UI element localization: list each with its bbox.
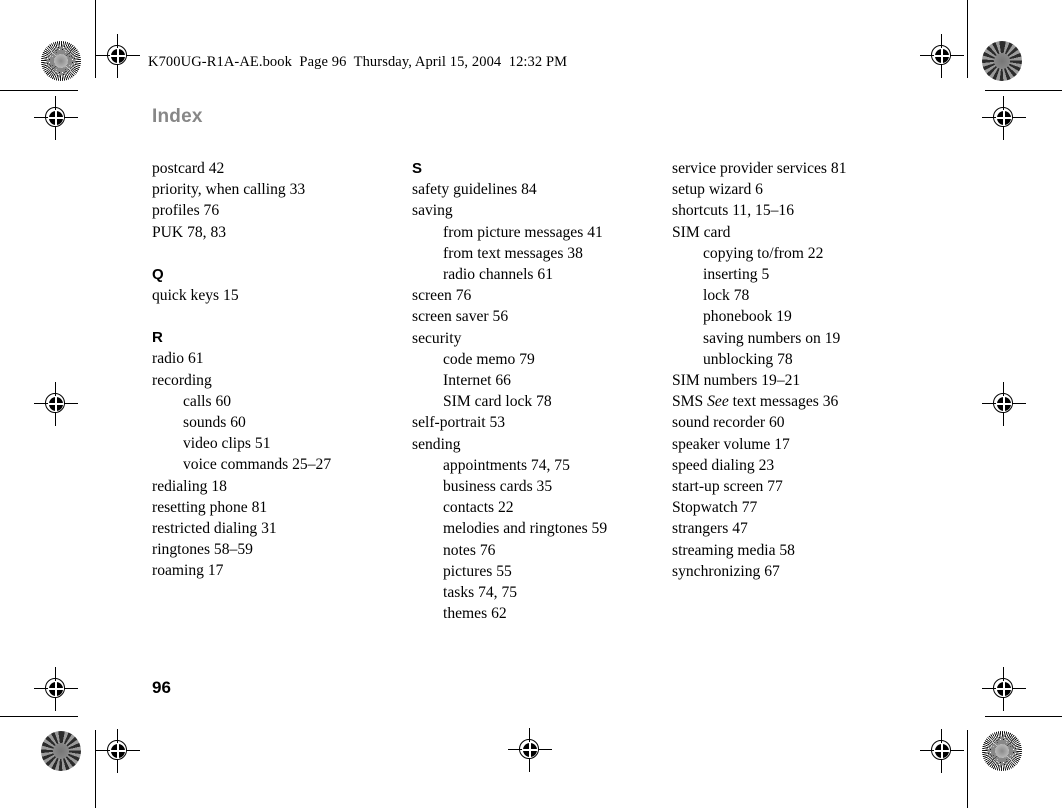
index-entry: PUK 78, 83 xyxy=(152,223,227,241)
registration-crosshair-top-right-inner xyxy=(920,34,964,78)
index-entry: setup wizard 6 xyxy=(672,181,763,199)
index-entry: streaming media 58 xyxy=(672,541,795,559)
index-subentry: SIM card lock 78 xyxy=(443,393,552,411)
density-star-target-bottom-left xyxy=(41,731,81,771)
index-subentry: business cards 35 xyxy=(443,478,553,496)
index-subentry: tasks 74, 75 xyxy=(443,584,518,602)
index-column-1: postcard 42 priority, when calling 33 prof… xyxy=(152,158,412,582)
index-subentry: melodies and ringtones 59 xyxy=(443,520,608,538)
index-entry: SMS See text messages 36 xyxy=(672,393,839,411)
index-entry: redialing 18 xyxy=(152,477,227,495)
trim-line-top-right-horizontal xyxy=(985,90,1062,92)
index-entry: service provider services 81 xyxy=(672,160,847,177)
index-subentry: pictures 55 xyxy=(443,562,512,580)
index-subentry: video clips 51 xyxy=(183,435,271,453)
index-subentry: calls 60 xyxy=(183,392,232,410)
index-entry: sound recorder 60 xyxy=(672,414,785,432)
index-entry: roaming 17 xyxy=(152,562,224,580)
index-column-3: service provider services 81 setup wizard… xyxy=(672,158,932,582)
index-entry: postcard 42 xyxy=(152,160,225,177)
index-entry: restricted dialing 31 xyxy=(152,520,277,538)
index-subentry: Internet 66 xyxy=(443,372,511,390)
registration-crosshair-bottom-right-inner xyxy=(920,729,964,773)
index-column-2: Ssafety guidelines 84 saving from picture … xyxy=(412,158,672,624)
index-entry: resetting phone 81 xyxy=(152,498,268,516)
index-entry: shortcuts 11, 15–16 xyxy=(672,202,795,220)
book-file-slug: K700UG-R1A-AE.book Page 96 Thursday, Apr… xyxy=(148,54,568,70)
density-star-target-top-right xyxy=(982,41,1022,81)
index-subentry: notes 76 xyxy=(443,541,496,559)
index-letter-heading: R xyxy=(152,329,163,347)
registration-crosshair-mid-left xyxy=(34,382,78,426)
index-entry: radio 61 xyxy=(152,350,204,368)
index-entry: ringtones 58–59 xyxy=(152,541,253,559)
registration-crosshair-top-right-outer xyxy=(982,96,1026,140)
index-letter-heading: S xyxy=(412,160,423,177)
registration-crosshair-bottom-center xyxy=(508,728,552,772)
index-entry: speed dialing 23 xyxy=(672,456,775,474)
index-entry: SIM numbers 19–21 xyxy=(672,372,801,390)
index-entry: screen 76 xyxy=(412,287,472,305)
index-entry: speaker volume 17 xyxy=(672,435,790,453)
index-subentry: phonebook 19 xyxy=(703,308,792,326)
index-subentry: saving numbers on 19 xyxy=(703,329,841,347)
registration-crosshair-bottom-left-inner xyxy=(96,729,140,773)
index-subentry: code memo 79 xyxy=(443,350,535,368)
registration-crosshair-mid-right xyxy=(982,382,1026,426)
index-entry: Stopwatch 77 xyxy=(672,499,758,517)
trim-line-bottom-right-horizontal xyxy=(985,716,1062,718)
index-entry: synchronizing 67 xyxy=(672,562,780,580)
index-subentry: inserting 5 xyxy=(703,266,770,284)
density-star-target-bottom-right xyxy=(982,731,1022,771)
registration-crosshair-bottom-right-outer xyxy=(982,667,1026,711)
index-entry: safety guidelines 84 xyxy=(412,181,537,199)
index-subentry: lock 78 xyxy=(703,287,750,305)
page-title: Index xyxy=(152,106,203,127)
index-subentry: copying to/from 22 xyxy=(703,244,824,262)
index-entry: saving xyxy=(412,202,453,220)
index-subentry: appointments 74, 75 xyxy=(443,456,570,474)
index-entry: self-portrait 53 xyxy=(412,414,506,432)
index-entry: quick keys 15 xyxy=(152,287,239,305)
index-entry: screen saver 56 xyxy=(412,308,509,326)
registration-crosshair-bottom-left-outer xyxy=(34,667,78,711)
index-letter-heading: Q xyxy=(152,265,164,283)
index-entry: recording xyxy=(152,371,212,389)
trim-line-bottom-left-horizontal xyxy=(0,716,78,718)
registration-crosshair-top-left-outer xyxy=(34,96,78,140)
index-subentry: unblocking 78 xyxy=(703,350,793,368)
index-entry: start-up screen 77 xyxy=(672,478,783,496)
page-number: 96 xyxy=(152,678,171,697)
index-subentry: radio channels 61 xyxy=(443,266,553,284)
index-entry: priority, when calling 33 xyxy=(152,181,306,199)
density-star-target-top-left xyxy=(41,41,81,81)
index-subentry: themes 62 xyxy=(443,605,507,623)
registration-crosshair-top-left-inner xyxy=(96,34,140,78)
index-entry: SIM card xyxy=(672,223,731,241)
trim-line-bottom-right-vertical xyxy=(967,730,969,808)
index-entry: sending xyxy=(412,435,461,453)
index-subentry: from picture messages 41 xyxy=(443,223,603,241)
trim-line-top-left-horizontal xyxy=(0,90,78,92)
index-columns: postcard 42 priority, when calling 33 prof… xyxy=(152,158,942,624)
trim-line-top-right-vertical xyxy=(967,0,969,78)
index-entry: security xyxy=(412,329,462,347)
index-entry: strangers 47 xyxy=(672,520,748,538)
cross-reference-see: See xyxy=(707,393,729,411)
index-subentry: voice commands 25–27 xyxy=(183,456,332,474)
index-subentry: from text messages 38 xyxy=(443,244,583,262)
index-subentry: sounds 60 xyxy=(183,414,246,432)
index-subentry: contacts 22 xyxy=(443,499,514,517)
index-entry: profiles 76 xyxy=(152,202,220,220)
